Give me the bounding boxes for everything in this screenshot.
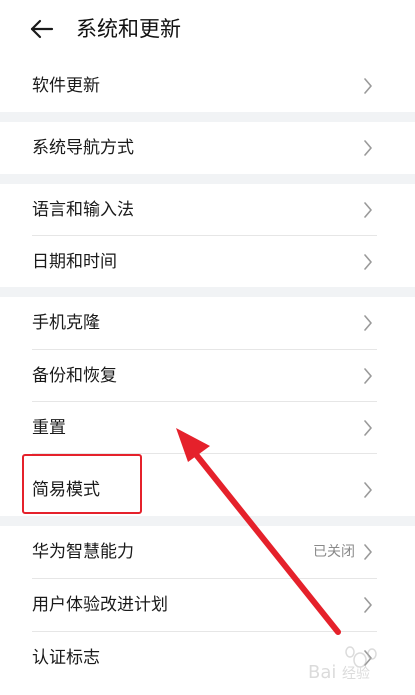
chevron-right-icon [364, 368, 372, 384]
settings-item-language-input[interactable]: 语言和输入法 [16, 184, 391, 236]
section-gap [0, 516, 415, 526]
settings-item-huawei-assistant[interactable]: 华为智慧能力 已关闭 [16, 526, 391, 578]
arrow-left-icon [30, 19, 54, 39]
item-label: 手机克隆 [32, 313, 100, 333]
item-label: 备份和恢复 [32, 366, 117, 386]
section-gap [0, 287, 415, 297]
section-gap [0, 174, 415, 184]
item-label: 认证标志 [32, 648, 100, 668]
settings-item-backup-restore[interactable]: 备份和恢复 [16, 350, 391, 402]
chevron-right-icon [364, 315, 372, 331]
chevron-right-icon [364, 420, 372, 436]
back-button[interactable] [28, 14, 58, 44]
svg-text:Bai: Bai [308, 662, 336, 683]
item-label: 华为智慧能力 [32, 542, 134, 562]
item-label: 重置 [32, 418, 66, 438]
chevron-right-icon [364, 254, 372, 270]
top-bar: 系统和更新 [0, 0, 415, 60]
settings-item-phone-clone[interactable]: 手机克隆 [16, 297, 391, 349]
item-label: 用户体验改进计划 [32, 595, 168, 615]
chevron-right-icon [364, 544, 372, 560]
item-label: 系统导航方式 [32, 138, 134, 158]
settings-item-system-navigation[interactable]: 系统导航方式 [16, 122, 391, 174]
item-label: 软件更新 [32, 76, 100, 96]
settings-item-software-update[interactable]: 软件更新 [16, 60, 391, 112]
chevron-right-icon [364, 202, 372, 218]
item-label: 日期和时间 [32, 252, 117, 272]
chevron-right-icon [364, 597, 372, 613]
chevron-right-icon [364, 78, 372, 94]
item-label: 语言和输入法 [32, 200, 134, 220]
page-title: 系统和更新 [76, 17, 181, 41]
settings-item-user-experience[interactable]: 用户体验改进计划 [16, 579, 391, 631]
settings-item-date-time[interactable]: 日期和时间 [16, 236, 391, 288]
chevron-right-icon [364, 140, 372, 156]
baidu-watermark-icon: Bai 经验 [308, 646, 377, 683]
section-gap [0, 112, 415, 122]
chevron-right-icon [364, 482, 372, 498]
svg-text:经验: 经验 [342, 666, 370, 682]
settings-item-reset[interactable]: 重置 [16, 402, 391, 454]
item-status-value: 已关闭 [313, 544, 355, 560]
annotation-highlight-box [22, 454, 142, 514]
